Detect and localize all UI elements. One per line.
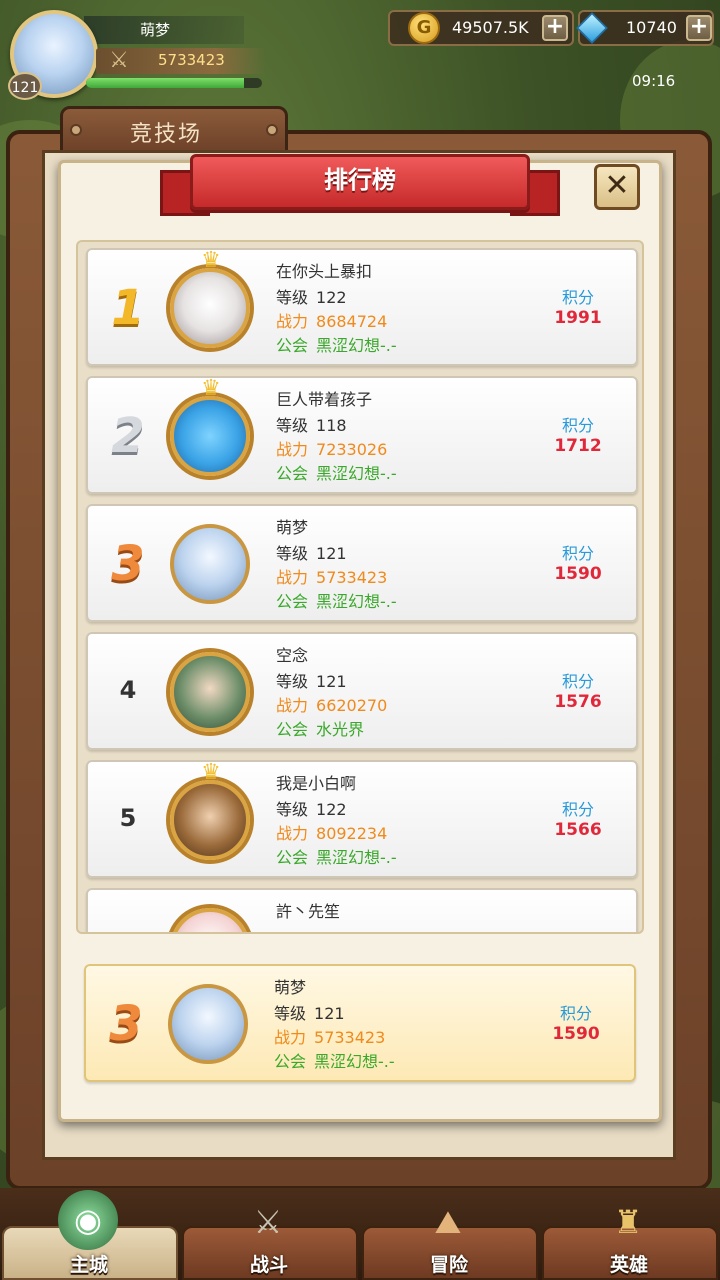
player-name: 我是小白啊	[276, 774, 357, 793]
crown-icon: ♛	[201, 248, 221, 273]
close-button[interactable]: ✕	[594, 164, 640, 210]
nav-label-hero: 英雄	[609, 1254, 648, 1276]
nav-label-adventure: 冒险	[429, 1254, 468, 1276]
player-level: 等级 118	[276, 416, 347, 435]
player-guild: 公会 黑涩幻想-.-	[274, 1052, 395, 1071]
nav-label-city: 主城	[69, 1254, 108, 1276]
player-name: 萌梦	[140, 21, 171, 39]
player-guild: 公会 水光界	[276, 720, 365, 739]
score-label: 积分	[561, 416, 594, 435]
crossed-swords-icon: ⚔	[253, 1203, 283, 1241]
leaderboard-row[interactable]: 1 ♛ 在你头上暴扣 等级 122 战力 8684724 公会 黑涩幻想-.- 积分 …	[86, 248, 638, 366]
crown-icon: ♛	[201, 760, 221, 785]
player-power: 战力 8684724	[276, 312, 388, 331]
add-gem-button[interactable]: +	[686, 15, 712, 41]
player-guild: 公会 黑涩幻想-.-	[276, 848, 397, 867]
power-swords-icon: ⚔	[109, 48, 129, 73]
clock: 09:16	[632, 72, 676, 90]
rank-number: 1	[111, 280, 145, 336]
rank-number: 3	[111, 536, 145, 592]
score-value: 1566	[554, 820, 602, 840]
leaderboard-list[interactable]: 1 ♛ 在你头上暴扣 等级 122 战力 8684724 公会 黑涩幻想-.- 积分 …	[76, 240, 644, 934]
leaderboard-title: 排行榜	[324, 166, 396, 194]
leaderboard-row[interactable]: 3 萌梦 等级 121 战力 5733423 公会 黑涩幻想-.- 积分 1590	[86, 504, 638, 622]
bolt-icon	[70, 124, 82, 136]
player-power: 战力 7233026	[276, 440, 388, 459]
leaderboard-row[interactable]: 5 ♛ 我是小白啊 等级 122 战力 8092234 公会 黑涩幻想-.- 积分 1…	[86, 760, 638, 878]
player-name: 巨人带着孩子	[276, 390, 373, 409]
gold-value: 49507.5K	[452, 18, 529, 37]
player-power: 战力 5733423	[276, 568, 388, 587]
player-portrait	[170, 524, 250, 604]
crown-icon: ♛	[201, 376, 221, 401]
score-value: 1991	[554, 308, 602, 328]
score-label: 积分	[561, 672, 594, 691]
my-rank-row[interactable]: 3 萌梦 等级 121 战力 5733423 公会 黑涩幻想-.- 积分 1590	[84, 964, 636, 1082]
score-value: 1576	[554, 692, 602, 712]
score-label: 积分	[561, 288, 594, 307]
player-portrait	[170, 396, 250, 476]
player-guild: 公会 黑涩幻想-.-	[276, 336, 397, 355]
player-portrait	[170, 268, 250, 348]
player-portrait	[170, 652, 250, 732]
arena-tab-label: 竞技场	[130, 122, 203, 147]
player-power: 战力 8092234	[276, 824, 388, 843]
gold-coin-icon: G	[408, 12, 440, 44]
rank-number: 2	[111, 408, 145, 464]
score-value: 1590	[552, 1024, 600, 1044]
player-guild: 公会 黑涩幻想-.-	[276, 464, 397, 483]
player-portrait	[168, 984, 248, 1064]
add-gold-button[interactable]: +	[542, 15, 568, 41]
player-portrait	[170, 908, 250, 932]
exp-bar	[86, 78, 262, 88]
leaderboard-row[interactable]: 許丶先笙	[86, 888, 638, 932]
score-label: 积分	[559, 1004, 592, 1023]
player-level: 等级 121	[274, 1004, 345, 1023]
player-level: 等级 121	[276, 544, 347, 563]
leaderboard-row[interactable]: 2 ♛ 巨人带着孩子 等级 118 战力 7233026 公会 黑涩幻想-.- 积分 …	[86, 376, 638, 494]
player-level: 等级 122	[276, 288, 347, 307]
score-value: 1712	[554, 436, 602, 456]
player-name: 在你头上暴扣	[276, 262, 373, 281]
city-icon: ◉	[58, 1190, 118, 1250]
player-level: 等级 121	[276, 672, 347, 691]
bolt-icon	[266, 124, 278, 136]
player-portrait	[170, 780, 250, 860]
player-power: 战力 5733423	[274, 1028, 386, 1047]
exp-bar-fill	[86, 78, 245, 88]
score-label: 积分	[561, 544, 594, 563]
player-guild: 公会 黑涩幻想-.-	[276, 592, 397, 611]
gem-value: 10740	[626, 18, 677, 37]
rank-number: 4	[119, 676, 137, 704]
player-name: 空念	[276, 646, 309, 665]
score-value: 1590	[554, 564, 602, 584]
player-power: 5733423	[158, 51, 225, 69]
player-name: 萌梦	[274, 978, 307, 997]
player-power: 战力 6620270	[276, 696, 388, 715]
player-name: 萌梦	[276, 518, 309, 537]
rank-number: 5	[119, 804, 137, 832]
map-icon: ⛰	[434, 1203, 462, 1241]
player-name: 許丶先笙	[276, 902, 341, 921]
nav-label-battle: 战斗	[249, 1254, 288, 1276]
player-level: 等级 122	[276, 800, 347, 819]
rank-number: 3	[109, 996, 143, 1052]
hero-helmet-icon: ♜	[613, 1203, 643, 1241]
score-label: 积分	[561, 800, 594, 819]
leaderboard-row[interactable]: 4 空念 等级 121 战力 6620270 公会 水光界 积分 1576	[86, 632, 638, 750]
player-level-badge: 121	[8, 72, 42, 100]
